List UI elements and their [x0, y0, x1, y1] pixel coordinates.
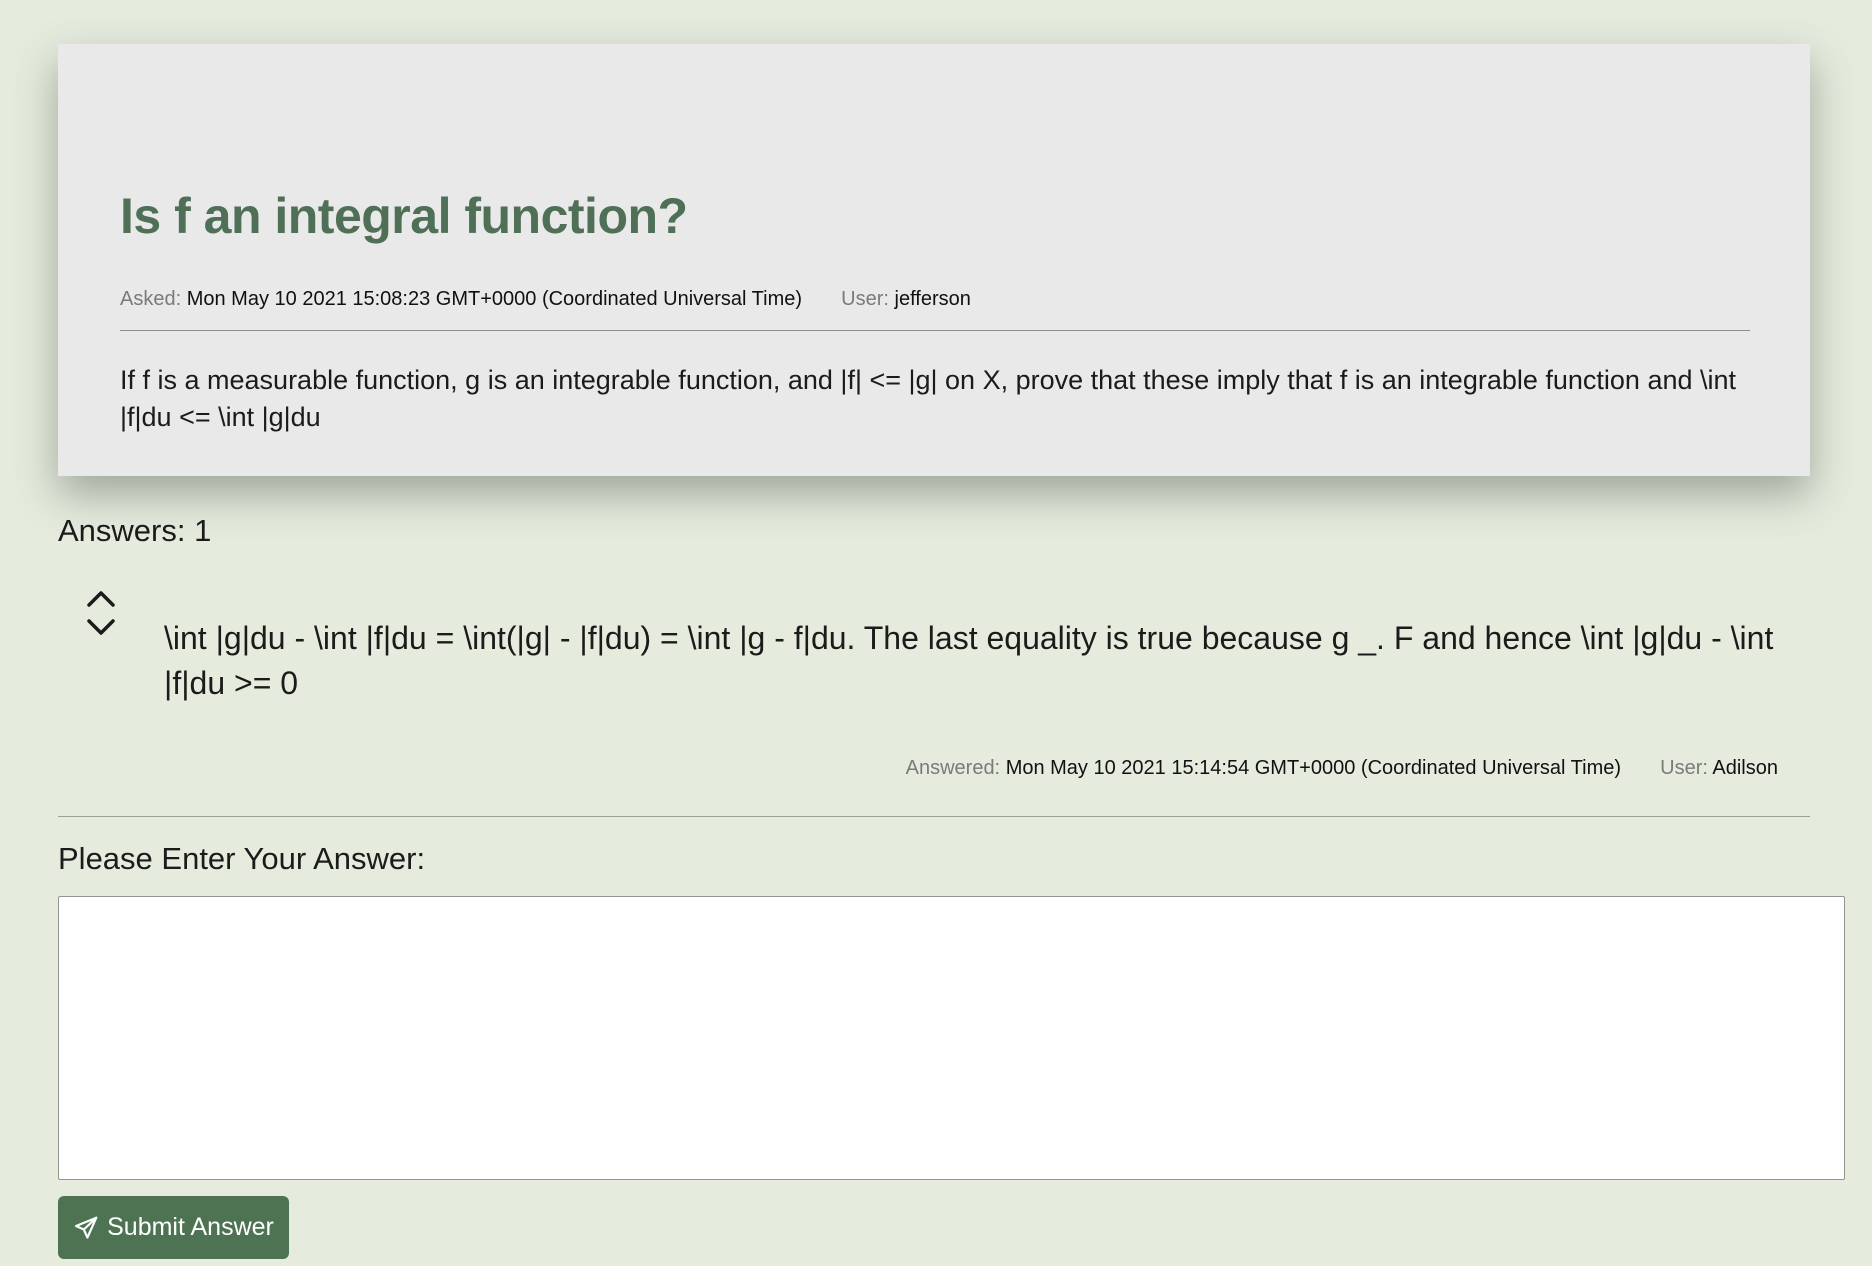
question-title: Is f an integral function?: [120, 188, 688, 244]
asked-label: Asked:: [120, 288, 182, 310]
question-card: Is f an integral function? Asked: Mon Ma…: [58, 44, 1810, 476]
upvote-chevron-up-icon[interactable]: [86, 588, 116, 608]
answer-body: \int |g|du - \int |f|du = \int(|g| - |f|…: [164, 620, 1774, 701]
submit-answer-label: Submit Answer: [107, 1213, 274, 1241]
answer-username: Adilson: [1712, 757, 1778, 779]
question-username: jefferson: [894, 288, 971, 310]
submit-answer-button[interactable]: Submit Answer: [58, 1196, 289, 1259]
answered-label: Answered:: [905, 757, 1001, 779]
answer-user-label: User:: [1660, 757, 1708, 779]
chevron-down-icon: [87, 619, 115, 635]
answers-count: Answers: 1: [58, 513, 212, 548]
answer-prompt-label: Please Enter Your Answer:: [58, 841, 426, 876]
question-meta: Asked: Mon May 10 2021 15:08:23 GMT+0000…: [120, 286, 971, 312]
answers-divider: [58, 816, 1810, 817]
answer-textarea[interactable]: [58, 896, 1845, 1180]
question-divider: [120, 330, 1750, 331]
asked-timestamp: Mon May 10 2021 15:08:23 GMT+0000 (Coord…: [186, 288, 803, 310]
question-body: If f is a measurable function, g is an i…: [120, 365, 1737, 432]
downvote-chevron-down-icon[interactable]: [86, 618, 116, 638]
answer-meta: Answered: Mon May 10 2021 15:14:54 GMT+0…: [906, 755, 1778, 781]
answered-timestamp: Mon May 10 2021 15:14:54 GMT+0000 (Coord…: [1005, 757, 1622, 779]
question-user-label: User:: [841, 288, 889, 310]
paper-plane-icon: [75, 1216, 98, 1239]
chevron-up-icon: [87, 591, 115, 607]
